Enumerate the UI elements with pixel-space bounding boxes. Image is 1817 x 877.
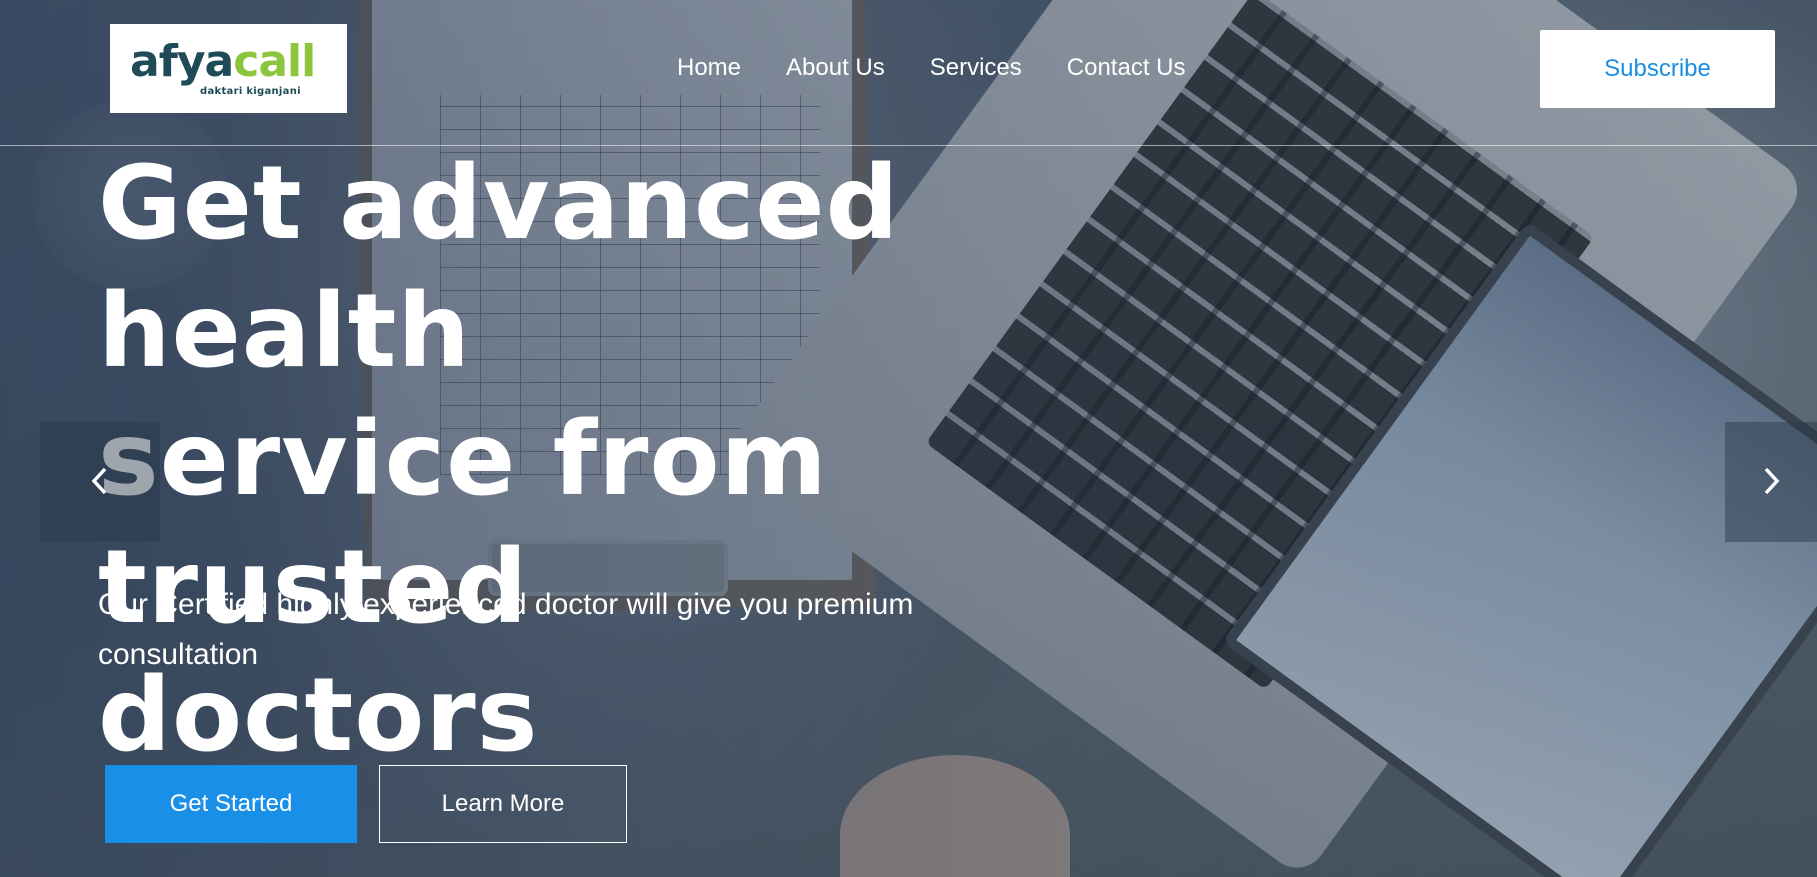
main-nav: Home About Us Services Contact Us	[677, 54, 1186, 82]
carousel-prev-button[interactable]	[40, 422, 160, 542]
get-started-button[interactable]: Get Started	[105, 765, 357, 843]
subscribe-button[interactable]: Subscribe	[1540, 30, 1775, 108]
logo-part-y: y	[176, 36, 206, 87]
nav-home[interactable]: Home	[677, 54, 741, 82]
site-logo[interactable]: afyacall daktari kiganjani	[110, 24, 347, 113]
nav-about-us[interactable]: About Us	[786, 54, 885, 82]
hero-headline: Get advanced health service from trusted…	[98, 140, 1278, 780]
nav-services[interactable]: Services	[930, 54, 1022, 82]
learn-more-button[interactable]: Learn More	[379, 765, 627, 843]
logo-part-af: af	[130, 36, 178, 87]
logo-wordmark: afyacall	[130, 40, 316, 84]
chevron-left-icon	[89, 466, 111, 499]
carousel-next-button[interactable]	[1725, 422, 1817, 542]
nav-contact-us[interactable]: Contact Us	[1067, 54, 1186, 82]
subtext-line-2: consultation	[98, 638, 259, 671]
chevron-right-icon	[1760, 466, 1782, 499]
logo-part-a: a	[204, 36, 235, 87]
hero-section: afyacall daktari kiganjani Home About Us…	[0, 0, 1817, 877]
headline-line-1: Get advanced health	[98, 144, 900, 391]
hero-subtext: Our Certified highly experienced doctor …	[98, 580, 1018, 680]
logo-tagline: daktari kiganjani	[200, 86, 301, 97]
subtext-line-1: Our Certified highly experienced doctor …	[98, 588, 914, 621]
logo-part-call: call	[233, 36, 316, 87]
